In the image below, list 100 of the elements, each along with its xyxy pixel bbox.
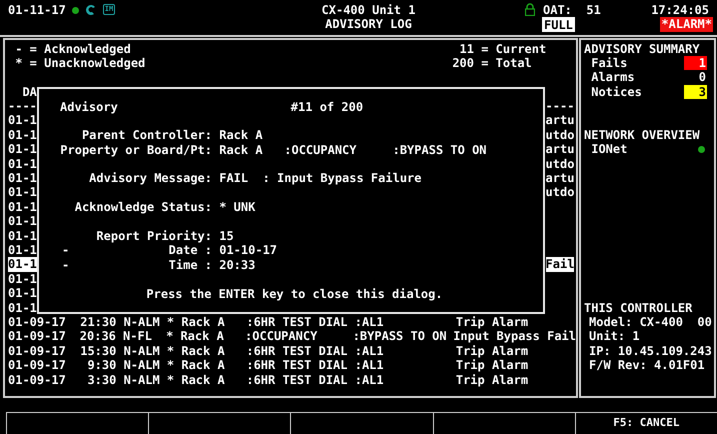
count-badge: 3 <box>684 84 707 100</box>
function-key[interactable] <box>290 412 433 434</box>
log-cell-text: :AL1 <box>354 358 385 373</box>
field-value: * UNK <box>219 200 256 215</box>
log-cell: utdo <box>546 128 574 142</box>
mode-badge: FULL <box>542 17 575 32</box>
log-cell-text: * <box>166 358 176 373</box>
log-cell: 01-1 <box>8 272 37 286</box>
log-cell: Fail <box>546 257 574 272</box>
field-value: FAIL : Input Bypass Failure <box>219 171 422 186</box>
swirl-icon <box>84 4 97 16</box>
log-cell: artu <box>546 113 574 128</box>
count-label: = Current <box>481 42 546 56</box>
outside-air-temp: OAT: 51 <box>543 3 601 18</box>
log-cell-text: :OCCUPANCY <box>245 329 318 344</box>
date-text: 01-11-17 <box>8 3 66 18</box>
legend-text: * = Unacknowledged <box>15 56 146 70</box>
log-cell-text: :6HR TEST DIAL <box>246 314 349 330</box>
controller-info: F/W Rev: 4.01F01 <box>588 358 706 373</box>
log-cell: 01-1 <box>8 171 37 186</box>
log-cell: utdo <box>546 156 574 172</box>
dialog-title: Advisory <box>60 100 118 114</box>
log-cell-text: :6HR TEST DIAL <box>246 372 349 387</box>
log-cell: 01-1 <box>8 257 37 272</box>
log-cell: 01-1 <box>8 300 37 315</box>
log-cell: 01-1 <box>8 200 37 214</box>
log-cell: 01-1 <box>8 286 37 301</box>
log-cell-text: 01-09-17 <box>8 358 67 373</box>
log-cell-text: Rack A <box>181 358 226 373</box>
unit-title: CX-400 Unit 1 <box>322 3 416 18</box>
log-cell: 01-1 <box>8 228 37 243</box>
log-cell: Input Bypass Fail <box>453 329 576 344</box>
log-cell: 01-1 <box>8 128 37 142</box>
legend-text: - = Acknowledged <box>15 42 132 56</box>
log-cell: Trip Alarm <box>456 344 528 358</box>
log-cell-text: N-FL <box>123 329 153 344</box>
field-label: Property or Board/Pt: <box>60 142 212 158</box>
controller-info: Unit: 1 <box>588 329 641 344</box>
log-cell: 01-1 <box>8 113 37 128</box>
log-cell-text: N-ALM <box>124 314 161 330</box>
controller-info: IP: 10.45.109.243 <box>588 344 713 358</box>
log-cell: Trip Alarm <box>456 372 528 387</box>
dialog-counter: #11 of 200 <box>290 100 364 114</box>
log-cell-text: 01-09-17 <box>8 372 67 387</box>
clock-time: 17:24:05 <box>651 3 709 18</box>
ack-mark: - <box>62 243 70 258</box>
log-cell: utdo <box>546 185 574 200</box>
log-cell-text: 01-09-17 <box>8 329 67 344</box>
log-cell: 01-1 <box>8 243 37 258</box>
log-cell-text: :6HR TEST DIAL <box>246 358 349 373</box>
network-label: IONet <box>591 142 628 157</box>
log-cell-text: 01-09-17 <box>8 314 67 330</box>
log-cell: 01-1 <box>8 214 37 229</box>
log-cell-text: :BYPASS TO ON <box>352 329 448 344</box>
log-cell: 01-1 <box>8 185 37 200</box>
log-cell-text: * <box>166 314 176 330</box>
field-label: Date : <box>168 243 212 258</box>
summary-label: Fails <box>591 56 628 70</box>
log-cell-text: Rack A <box>180 329 225 344</box>
function-key[interactable] <box>148 412 290 434</box>
log-cell: 21:30 <box>80 314 116 330</box>
log-cell-text: Rack A <box>181 314 226 330</box>
log-cell: 01-1 <box>8 156 37 172</box>
log-cell-text: * <box>166 372 176 387</box>
log-cell-text: N-ALM <box>124 358 161 373</box>
summary-label: Notices <box>591 84 642 100</box>
summary-label: Alarms <box>591 70 635 85</box>
log-cell: 01-1 <box>8 142 37 157</box>
log-cell: 20:36 <box>80 329 116 344</box>
log-cell-text: Rack A <box>181 372 226 387</box>
field-label: Advisory Message: <box>89 171 212 186</box>
field-label: Time : <box>168 258 212 272</box>
log-cell-text: :AL1 <box>354 314 385 330</box>
field-value: Rack A <box>219 128 263 143</box>
screen-title: ADVISORY LOG <box>325 17 412 32</box>
log-cell-text: Rack A <box>181 344 226 358</box>
count-text: 11 <box>458 42 474 56</box>
section-heading: ADVISORY SUMMARY <box>584 42 701 56</box>
log-cell-text: N-ALM <box>124 344 161 358</box>
log-cell-text: :AL1 <box>354 372 385 387</box>
cancel-key[interactable]: F5: CANCEL <box>574 412 717 434</box>
log-cell: Trip Alarm <box>456 358 528 373</box>
log-cell: artu <box>546 171 574 186</box>
log-cell: 15:30 <box>80 344 116 358</box>
function-key[interactable] <box>6 412 148 434</box>
field-label: Parent Controller: <box>82 128 212 143</box>
count-label: = Total <box>481 56 532 70</box>
log-cell-text: 9:30 <box>86 358 116 373</box>
field-value: 01-10-17 <box>219 243 278 258</box>
log-cell-text: * <box>166 344 176 358</box>
section-heading: THIS CONTROLLER <box>584 300 694 316</box>
function-key[interactable] <box>432 412 575 434</box>
field-value: Rack A :OCCUPANCY :BYPASS TO ON <box>219 142 487 158</box>
count-badge: 1 <box>684 56 707 70</box>
rule-text: ---- <box>8 99 37 114</box>
log-cell-text: N-ALM <box>124 372 161 387</box>
log-cell-text: 3:30 <box>86 372 116 387</box>
count-text: 200 <box>452 56 474 70</box>
section-heading: NETWORK OVERVIEW <box>584 128 701 142</box>
log-cell-text: :6HR TEST DIAL <box>246 344 349 358</box>
